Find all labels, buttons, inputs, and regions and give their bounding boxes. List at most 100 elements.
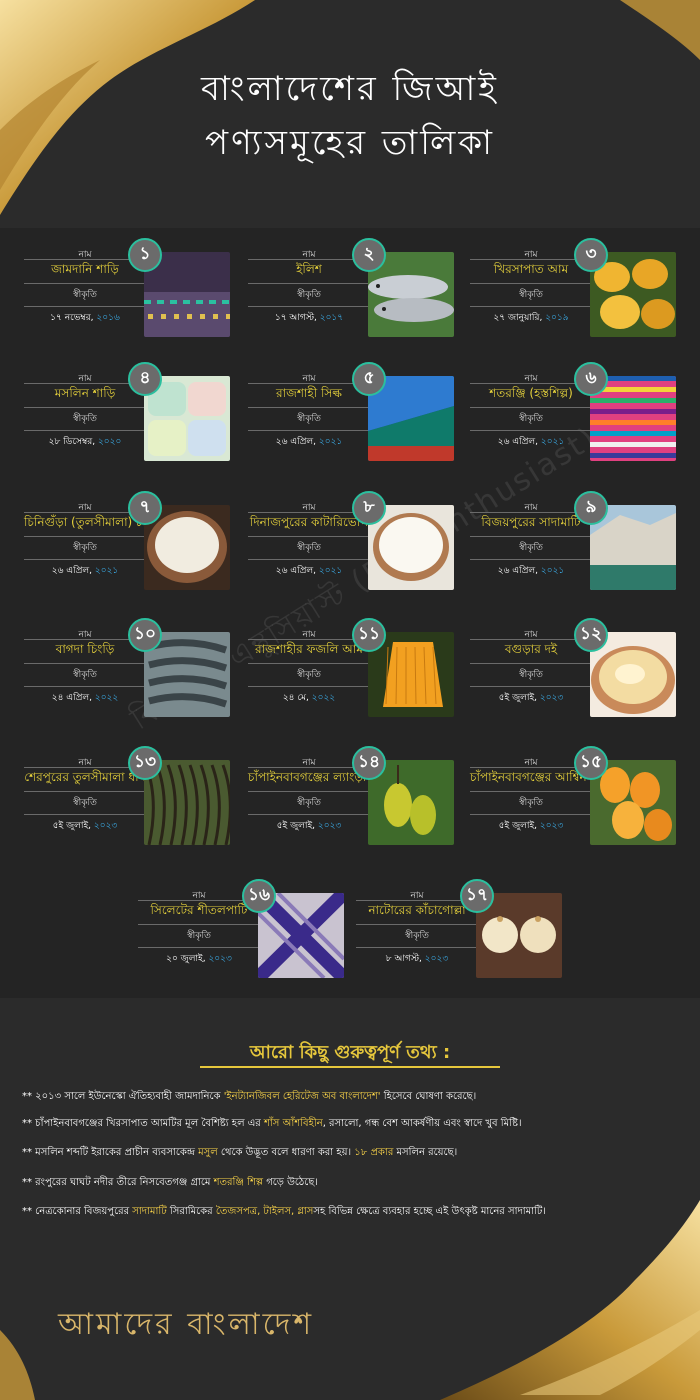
- date-text: ১৭ আগস্ট,: [274, 313, 320, 323]
- recognition-label: স্বীকৃতি: [519, 798, 543, 808]
- recognition-label: স্বীকৃতি: [297, 290, 321, 300]
- divider: [248, 512, 368, 513]
- serial-number-badge: ১৪: [352, 746, 386, 780]
- product-name: চাঁপাইনবাবগঞ্জের আশ্বিন আম: [470, 770, 612, 784]
- gi-product-card: নাম বাগদা চিংড়ি স্বীকৃতি ২৪ এপ্রিল, ২০২২ ১০: [24, 612, 244, 717]
- product-name: চিনিগুঁড়া (তুলসীমালা) চাল: [24, 515, 155, 529]
- title-line-2: পণ্যসমূহের তালিকা: [205, 123, 495, 163]
- divider: [24, 686, 144, 687]
- year-text: ২০২১: [540, 437, 565, 447]
- serial-number-badge: ১০: [128, 618, 162, 652]
- date-text: ৫ই জুলাই,: [52, 821, 94, 831]
- divider: [470, 430, 590, 431]
- product-name: শেরপুরের তুলসীমালা ধান: [24, 770, 146, 784]
- divider: [470, 259, 590, 260]
- fact-highlight: 'ইনট্যানজিবল হেরিটেজ অব বাংলাদেশ': [223, 1091, 381, 1102]
- year-text: ২০২৩: [93, 821, 118, 831]
- divider: [470, 383, 590, 384]
- divider: [138, 924, 258, 925]
- year-text: ২০২০: [97, 437, 122, 447]
- gold-brush-top-right: [620, 0, 700, 60]
- product-name: খিরসাপাত আম: [493, 262, 569, 276]
- divider: [356, 947, 476, 948]
- divider: [470, 306, 590, 307]
- recognition-date: ২৬ এপ্রিল, ২০২১: [470, 563, 592, 578]
- recognition-date: ২০ জুলাই, ২০২৩: [138, 951, 260, 966]
- year-text: ২০২৩: [539, 821, 564, 831]
- recognition-date: ২৬ এপ্রিল, ২০২১: [470, 434, 592, 449]
- fact-item: ** রংপুরের ঘাঘট নদীর তীরে নিসবেতগঞ্জ গ্র…: [22, 1176, 682, 1190]
- divider: [470, 283, 590, 284]
- fact-item: ** চাঁপাইনবাবগঞ্জের খিরসাপাত আমটির মূল ব…: [22, 1117, 682, 1131]
- date-text: ২৬ এপ্রিল,: [275, 566, 319, 576]
- gi-product-card: নাম খিরসাপাত আম স্বীকৃতি ২৭ জানুয়ারি, ২০১৯…: [470, 232, 690, 337]
- recognition-label: স্বীকৃতি: [297, 670, 321, 680]
- divider: [24, 767, 144, 768]
- recognition-label: স্বীকৃতি: [73, 414, 97, 424]
- year-text: ২০২১: [318, 566, 343, 576]
- product-name: শতরঞ্জি (হস্তশিল্প): [489, 386, 573, 400]
- date-text: ২০ জুলাই,: [166, 954, 209, 964]
- divider: [248, 430, 368, 431]
- gi-product-card: নাম জামদানি শাড়ি স্বীকৃতি ১৭ নভেম্বর, ২০১৬…: [24, 232, 244, 337]
- fact-highlight: শতরঞ্জি শিল্প: [213, 1177, 264, 1188]
- divider: [470, 536, 590, 537]
- date-text: ১৭ নভেম্বর,: [50, 313, 97, 323]
- gi-product-card: নাম শেরপুরের তুলসীমালা ধান স্বীকৃতি ৫ই জুলা…: [24, 740, 244, 845]
- recognition-label: স্বীকৃতি: [519, 670, 543, 680]
- divider: [24, 283, 144, 284]
- divider: [24, 639, 144, 640]
- product-name: বিজয়পুরের সাদামাটি: [481, 515, 581, 529]
- divider: [248, 407, 368, 408]
- gi-product-card: নাম চাঁপাইনবাবগঞ্জের ল্যাংড়া আম স্বীকৃতি ৫…: [248, 740, 468, 845]
- gi-product-card: নাম চাঁপাইনবাবগঞ্জের আশ্বিন আম স্বীকৃতি ৫ই …: [470, 740, 690, 845]
- serial-number-badge: ৬: [574, 362, 608, 396]
- gi-product-card: নাম শতরঞ্জি (হস্তশিল্প) স্বীকৃতি ২৬ এপ্রিল,…: [470, 356, 690, 461]
- recognition-date: ৫ই জুলাই, ২০২৩: [248, 818, 370, 833]
- serial-number-badge: ৩: [574, 238, 608, 272]
- date-text: ২৭ জানুয়ারি,: [493, 313, 546, 323]
- date-text: ২৮ ডিসেম্বর,: [48, 437, 98, 447]
- divider: [24, 814, 144, 815]
- divider: [24, 407, 144, 408]
- divider: [248, 814, 368, 815]
- year-text: ২০১৬: [96, 313, 120, 323]
- divider: [24, 259, 144, 260]
- fact-text: সহ বিভিন্ন ক্ষেত্রে ব্যবহার হচ্ছে এই উৎক…: [313, 1206, 546, 1217]
- fact-item: ** মসলিন শব্দটি ইরাকের প্রাচীন ব্যবসাকেন…: [22, 1146, 682, 1160]
- recognition-label: স্বীকৃতি: [405, 931, 429, 941]
- recognition-date: ২৪ মে, ২০২২: [248, 690, 370, 705]
- date-text: ৫ই জুলাই,: [276, 821, 318, 831]
- fact-text: ** নেত্রকোনার বিজয়পুরের: [22, 1206, 133, 1217]
- gi-product-card: নাম নাটোরের কাঁচাগোল্লা স্বীকৃতি ৮ আগস্ট, ২…: [356, 873, 576, 978]
- recognition-date: ১৭ নভেম্বর, ২০১৬: [24, 310, 146, 325]
- recognition-label: স্বীকৃতি: [519, 290, 543, 300]
- recognition-date: ৮ আগস্ট, ২০২৩: [356, 951, 478, 966]
- divider: [248, 639, 368, 640]
- recognition-label: স্বীকৃতি: [73, 798, 97, 808]
- divider: [470, 407, 590, 408]
- fact-text: ** ২০১৩ সালে ইউনেস্কো ঐতিহ্যবাহী জামদানি…: [22, 1091, 224, 1102]
- fact-item: ** নেত্রকোনার বিজয়পুরের সাদামাটি সিরামি…: [22, 1205, 682, 1219]
- date-text: ৫ই জুলাই,: [498, 693, 540, 703]
- gi-product-card: নাম সিলেটের শীতলপাটি স্বীকৃতি ২০ জুলাই, ২০২…: [138, 873, 358, 978]
- date-text: ৮ আগস্ট,: [385, 954, 425, 964]
- gi-product-card: নাম ইলিশ স্বীকৃতি ১৭ আগস্ট, ২০১৭ ২: [248, 232, 468, 337]
- footer-brand: আমাদের বাংলাদেশ: [58, 1307, 315, 1342]
- divider: [248, 559, 368, 560]
- divider: [470, 791, 590, 792]
- recognition-label: স্বীকৃতি: [73, 290, 97, 300]
- divider: [248, 791, 368, 792]
- year-text: ২০২৩: [208, 954, 232, 964]
- fact-text: মসলিন রয়েছে।: [393, 1147, 458, 1158]
- recognition-date: ১৭ আগস্ট, ২০১৭: [248, 310, 370, 325]
- date-text: ২৪ এপ্রিল,: [51, 693, 95, 703]
- page-title: বাংলাদেশের জিআই পণ্যসমূহের তালিকা: [0, 62, 700, 170]
- fact-text: থেকে উদ্ভূত বলে ধারণা করা হয়।: [217, 1147, 355, 1158]
- fact-highlight: ১৮ প্রকার: [354, 1147, 394, 1158]
- recognition-date: ৫ই জুলাই, ২০২৩: [470, 690, 592, 705]
- serial-number-badge: ১: [128, 238, 162, 272]
- recognition-date: ২৬ এপ্রিল, ২০২১: [248, 434, 370, 449]
- year-text: ২০২১: [94, 566, 119, 576]
- fact-highlight: তৈজসপত্র, টাইলস, গ্লাস: [215, 1206, 314, 1217]
